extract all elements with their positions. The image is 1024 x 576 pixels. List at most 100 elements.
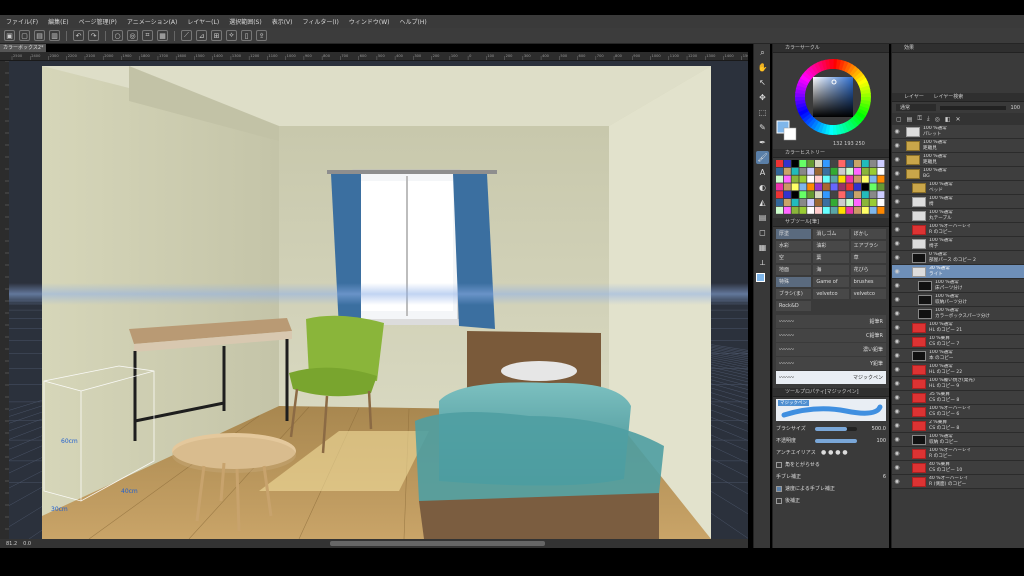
- subtool-group[interactable]: ブラシ(ま): [776, 289, 812, 299]
- history-swatch[interactable]: [830, 175, 838, 183]
- color-history-swatches[interactable]: [776, 160, 886, 216]
- history-swatch[interactable]: [799, 199, 807, 206]
- history-swatch[interactable]: [861, 175, 869, 183]
- history-swatch[interactable]: [846, 175, 854, 183]
- clip-icon[interactable]: ⤓: [927, 115, 930, 123]
- history-swatch[interactable]: [783, 175, 791, 183]
- move-tool-icon[interactable]: ✥: [756, 91, 769, 104]
- history-swatch[interactable]: [799, 191, 807, 199]
- history-swatch[interactable]: [815, 199, 822, 206]
- layer-row[interactable]: ◉ 100 %通常 床パーツ分け: [892, 279, 1024, 293]
- history-swatch[interactable]: [783, 191, 791, 199]
- history-swatch[interactable]: [791, 175, 799, 183]
- gradient-tool-icon[interactable]: ▤: [756, 211, 769, 224]
- visibility-eye-icon[interactable]: ◉: [892, 366, 902, 373]
- history-swatch[interactable]: [776, 199, 783, 206]
- history-swatch[interactable]: [877, 191, 885, 199]
- history-swatch[interactable]: [869, 160, 877, 167]
- history-swatch[interactable]: [854, 191, 861, 199]
- menu-window[interactable]: ウィンドウ(W): [349, 17, 390, 26]
- history-swatch[interactable]: [815, 175, 822, 183]
- history-swatch[interactable]: [877, 167, 885, 175]
- blend-mode-select[interactable]: 通常: [896, 104, 936, 111]
- history-swatch[interactable]: [877, 160, 885, 167]
- history-swatch[interactable]: [846, 183, 854, 191]
- history-swatch[interactable]: [830, 167, 838, 175]
- layer-row[interactable]: ◉ 10 %乗算 CS のコピー 7: [892, 335, 1024, 349]
- history-swatch[interactable]: [854, 167, 861, 175]
- visibility-eye-icon[interactable]: ◉: [892, 254, 902, 261]
- zoom-value[interactable]: 81.2: [6, 541, 17, 547]
- history-swatch[interactable]: [799, 183, 807, 191]
- menu-file[interactable]: ファイル(F): [6, 17, 38, 26]
- history-swatch[interactable]: [815, 160, 822, 167]
- visibility-eye-icon[interactable]: ◉: [892, 142, 902, 149]
- history-swatch[interactable]: [861, 199, 869, 206]
- visibility-eye-icon[interactable]: ◉: [892, 240, 902, 247]
- subtool-tab-blur[interactable]: ぼかし: [850, 229, 886, 239]
- visibility-eye-icon[interactable]: ◉: [892, 198, 902, 205]
- hand-tool-icon[interactable]: ✋: [756, 61, 769, 74]
- history-swatch[interactable]: [791, 199, 799, 206]
- history-swatch[interactable]: [783, 183, 791, 191]
- history-swatch[interactable]: [869, 167, 877, 175]
- main-color-swatch[interactable]: [756, 273, 765, 282]
- history-swatch[interactable]: [807, 160, 815, 167]
- subtool-tab-thick[interactable]: 厚塗: [776, 229, 812, 239]
- history-swatch[interactable]: [783, 167, 791, 175]
- layer-row[interactable]: ◉ 100 %通常 BG: [892, 167, 1024, 181]
- layer-row[interactable]: ◉ 100 %通常 カラーボックスパーツ分け: [892, 307, 1024, 321]
- round-corner-checkbox[interactable]: [776, 461, 782, 468]
- layer-row[interactable]: ◉ 100 %通常 ベッド: [892, 181, 1024, 195]
- history-swatch[interactable]: [830, 160, 838, 167]
- history-swatch[interactable]: [776, 167, 783, 175]
- history-swatch[interactable]: [791, 160, 799, 167]
- history-swatch[interactable]: [791, 206, 799, 214]
- layer-row[interactable]: ◉ 100 %通常 椅子: [892, 237, 1024, 251]
- history-swatch[interactable]: [846, 206, 854, 214]
- visibility-eye-icon[interactable]: ◉: [892, 352, 902, 359]
- history-swatch[interactable]: [846, 199, 854, 206]
- layer-row[interactable]: ◉ 0 %通常 部屋パース のコピー 2: [892, 251, 1024, 265]
- clear-icon[interactable]: ○: [112, 30, 123, 41]
- menu-layer[interactable]: レイヤー(L): [187, 17, 219, 26]
- subtool-group[interactable]: 油彩: [813, 241, 849, 251]
- history-swatch[interactable]: [854, 199, 861, 206]
- text-tool-icon[interactable]: A: [756, 166, 769, 179]
- layer-row[interactable]: ◉ 100 %通常 距離見: [892, 153, 1024, 167]
- history-swatch[interactable]: [838, 206, 846, 214]
- history-swatch[interactable]: [861, 206, 869, 214]
- visibility-eye-icon[interactable]: ◉: [892, 394, 902, 401]
- rotation-value[interactable]: 0.0: [23, 541, 31, 547]
- layer-row[interactable]: ◉ 100 %通常 HL のコピー 22: [892, 363, 1024, 377]
- color-wheel[interactable]: [773, 53, 890, 149]
- selection-tool-icon[interactable]: ⬚: [756, 106, 769, 119]
- visibility-eye-icon[interactable]: ◉: [892, 156, 902, 163]
- visibility-eye-icon[interactable]: ◉: [892, 338, 902, 345]
- snap-perspective-icon[interactable]: ⟡: [226, 30, 237, 41]
- history-swatch[interactable]: [815, 206, 822, 214]
- history-swatch[interactable]: [877, 183, 885, 191]
- visibility-eye-icon[interactable]: ◉: [892, 464, 902, 471]
- visibility-eye-icon[interactable]: ◉: [892, 436, 902, 443]
- layer-opacity-slider[interactable]: [940, 105, 1007, 110]
- snap-ruler-icon[interactable]: ⊿: [196, 30, 207, 41]
- layer-row[interactable]: ◉ 35 %乗算 CS のコピー 8: [892, 391, 1024, 405]
- history-swatch[interactable]: [854, 160, 861, 167]
- layer-row[interactable]: ◉ 40 %乗算 CS のコピー 10: [892, 461, 1024, 475]
- layer-row[interactable]: ◉ 100 %通常 距離見: [892, 139, 1024, 153]
- layer-row[interactable]: ◉ 100 %通常 パレット: [892, 125, 1024, 139]
- menu-page[interactable]: ページ管理(P): [79, 17, 117, 26]
- subtool-group[interactable]: velvetco: [813, 289, 849, 299]
- visibility-eye-icon[interactable]: ◉: [892, 282, 902, 289]
- history-swatch[interactable]: [783, 160, 791, 167]
- subtool-group[interactable]: 地面: [776, 265, 812, 275]
- history-swatch[interactable]: [807, 206, 815, 214]
- save-icon[interactable]: ▥: [49, 30, 60, 41]
- layer-row[interactable]: ◉ 2 %乗算 CS のコピー 8: [892, 419, 1024, 433]
- history-swatch[interactable]: [869, 183, 877, 191]
- brush-size-slider[interactable]: [815, 426, 857, 431]
- figure-tool-icon[interactable]: ◻: [756, 226, 769, 239]
- history-swatch[interactable]: [822, 206, 830, 214]
- fill-icon[interactable]: ◎: [127, 30, 138, 41]
